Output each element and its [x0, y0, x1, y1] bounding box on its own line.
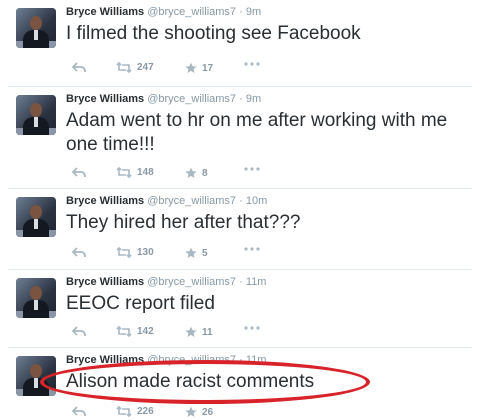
retweet-button[interactable]: 226: [116, 406, 154, 417]
retweet-icon: [116, 406, 132, 417]
avatar[interactable]: [16, 278, 56, 318]
tweet-text: Adam went to hr on me after working with…: [66, 110, 448, 155]
favorite-count: 8: [202, 167, 208, 179]
retweet-count: 130: [137, 247, 154, 258]
tweet-header: Bryce Williams @bryce_williams7 · 9m: [66, 6, 261, 18]
tweet[interactable]: Bryce Williams @bryce_williams7 · 11m Al…: [8, 347, 472, 418]
retweet-button[interactable]: 142: [116, 326, 154, 337]
tweet-text: I filmed the shooting see Facebook: [66, 23, 361, 44]
reply-button[interactable]: [72, 62, 86, 73]
display-name[interactable]: Bryce Williams: [66, 6, 144, 18]
reply-icon: [72, 406, 86, 417]
avatar[interactable]: [16, 8, 56, 48]
star-icon: [185, 326, 197, 337]
retweet-count: 247: [137, 62, 154, 73]
retweet-count: 142: [137, 326, 154, 337]
tweet-header: Bryce Williams @bryce_williams7 · 11m: [66, 354, 266, 366]
timestamp[interactable]: 11m: [246, 354, 267, 366]
retweet-icon: [116, 326, 132, 337]
favorite-button[interactable]: 26: [185, 406, 213, 418]
tweet-text: Alison made racist comments: [66, 371, 315, 392]
retweet-icon: [116, 62, 132, 73]
tweet[interactable]: Bryce Williams @bryce_williams7 · 11m EE…: [8, 269, 472, 347]
star-icon: [185, 247, 197, 258]
reply-button[interactable]: [72, 406, 86, 417]
reply-icon: [72, 167, 86, 178]
separator: ·: [239, 93, 243, 105]
retweet-button[interactable]: 148: [116, 167, 154, 178]
retweet-button[interactable]: 130: [116, 247, 154, 258]
display-name[interactable]: Bryce Williams: [66, 276, 144, 288]
display-name[interactable]: Bryce Williams: [66, 354, 144, 366]
tweet[interactable]: Bryce Williams @bryce_williams7 · 10m Th…: [8, 188, 472, 269]
star-icon: [185, 167, 197, 178]
separator: ·: [239, 276, 243, 288]
more-button[interactable]: [244, 326, 260, 330]
favorite-button[interactable]: 17: [185, 62, 213, 74]
favorite-count: 26: [202, 406, 214, 418]
tweet-text: EEOC report filed: [66, 293, 215, 314]
retweet-count: 148: [137, 167, 154, 178]
display-name[interactable]: Bryce Williams: [66, 195, 144, 207]
retweet-button[interactable]: 247: [116, 62, 154, 73]
handle[interactable]: @bryce_williams7: [147, 354, 236, 366]
more-icon: [244, 326, 260, 330]
separator: ·: [239, 354, 243, 366]
avatar[interactable]: [16, 95, 56, 135]
favorite-button[interactable]: 8: [185, 167, 208, 179]
tweet[interactable]: Bryce Williams @bryce_williams7 · 9m Ada…: [8, 86, 472, 188]
timestamp[interactable]: 11m: [246, 276, 267, 288]
more-icon: [244, 62, 260, 66]
more-button[interactable]: [244, 167, 260, 171]
reply-button[interactable]: [72, 326, 86, 337]
retweet-icon: [116, 247, 132, 258]
reply-button[interactable]: [72, 167, 86, 178]
handle[interactable]: @bryce_williams7: [147, 93, 236, 105]
separator: ·: [239, 195, 243, 207]
star-icon: [185, 62, 197, 73]
tweet-header: Bryce Williams @bryce_williams7 · 9m: [66, 93, 261, 105]
reply-button[interactable]: [72, 247, 86, 258]
handle[interactable]: @bryce_williams7: [147, 276, 236, 288]
more-icon: [244, 247, 260, 251]
tweet-header: Bryce Williams @bryce_williams7 · 11m: [66, 276, 266, 288]
favorite-count: 5: [202, 247, 208, 259]
favorite-button[interactable]: 5: [185, 247, 208, 259]
avatar[interactable]: [16, 356, 56, 396]
reply-icon: [72, 326, 86, 337]
favorite-count: 11: [202, 326, 213, 338]
reply-icon: [72, 247, 86, 258]
retweet-icon: [116, 167, 132, 178]
timestamp[interactable]: 9m: [246, 93, 261, 105]
tweet[interactable]: Bryce Williams @bryce_williams7 · 9m I f…: [8, 0, 472, 86]
handle[interactable]: @bryce_williams7: [147, 195, 236, 207]
separator: ·: [239, 6, 243, 18]
more-icon: [244, 167, 260, 171]
timestamp[interactable]: 10m: [246, 195, 267, 207]
star-icon: [185, 406, 197, 417]
more-button[interactable]: [244, 62, 260, 66]
reply-icon: [72, 62, 86, 73]
tweet-header: Bryce Williams @bryce_williams7 · 10m: [66, 195, 267, 207]
display-name[interactable]: Bryce Williams: [66, 93, 144, 105]
favorite-button[interactable]: 11: [185, 326, 213, 338]
handle[interactable]: @bryce_williams7: [147, 6, 236, 18]
timestamp[interactable]: 9m: [246, 6, 261, 18]
tweet-text: They hired her after that???: [66, 212, 301, 233]
more-button[interactable]: [244, 247, 260, 251]
avatar[interactable]: [16, 197, 56, 237]
favorite-count: 17: [202, 62, 214, 74]
retweet-count: 226: [137, 406, 154, 417]
